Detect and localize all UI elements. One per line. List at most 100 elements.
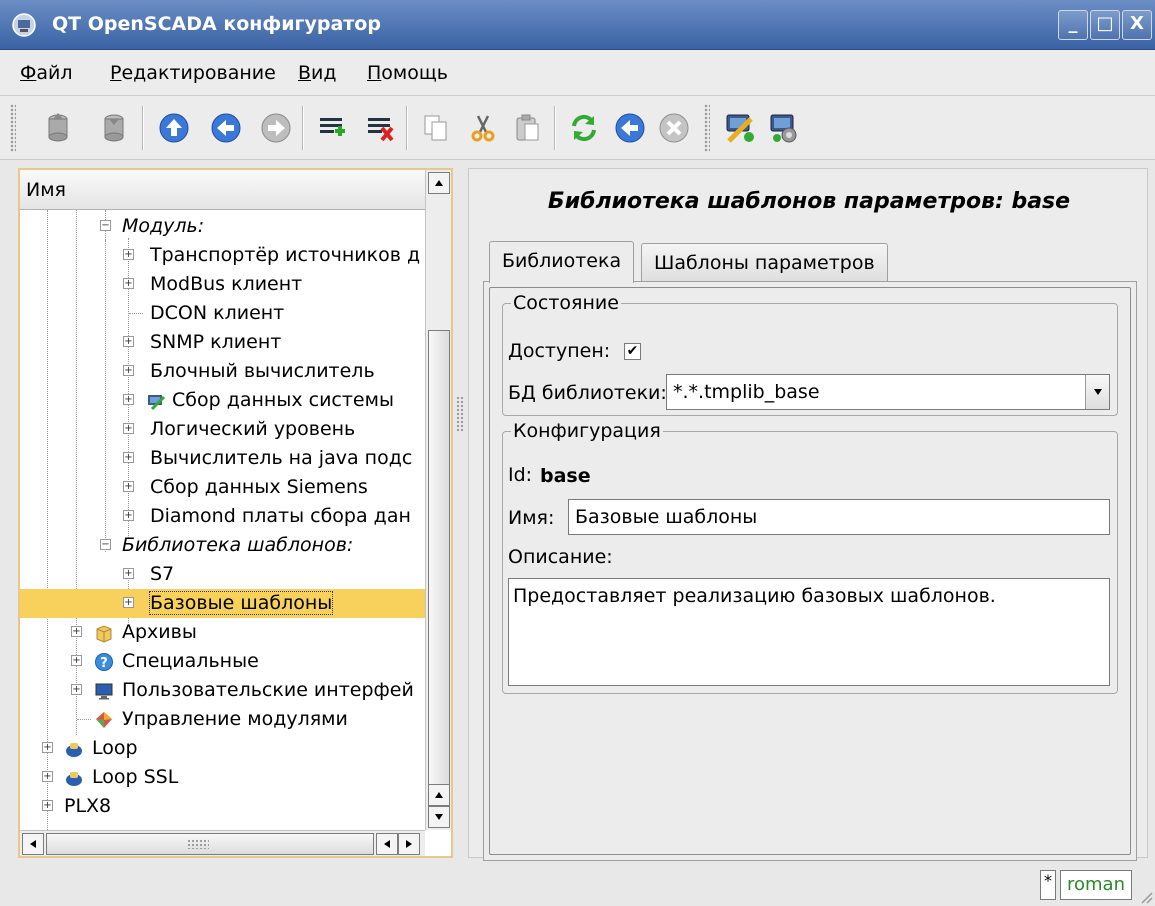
start-icon[interactable] xyxy=(612,110,648,146)
expand-icon[interactable]: + xyxy=(71,626,82,637)
tree-item-loop[interactable]: + Loop xyxy=(20,734,425,763)
expand-icon[interactable]: + xyxy=(123,510,134,521)
tree-item-dcon[interactable]: DCON клиент xyxy=(20,299,425,328)
navigation-tree: − Модуль: + Транспортёр источников д + M… xyxy=(20,210,425,830)
tree-vertical-scrollbar[interactable] xyxy=(425,170,451,830)
expand-icon[interactable]: + xyxy=(123,568,134,579)
tree-item-loop-ssl[interactable]: + Loop SSL xyxy=(20,763,425,792)
state-group-legend: Состояние xyxy=(513,292,619,314)
toolbar-grip[interactable] xyxy=(704,104,710,152)
tree-item-siemens[interactable]: + Сбор данных Siemens xyxy=(20,473,425,502)
toolbar-grip[interactable] xyxy=(10,104,16,152)
minimize-button[interactable]: _ xyxy=(1058,10,1088,40)
scroll-right-icon[interactable] xyxy=(398,833,420,855)
db-load-icon[interactable] xyxy=(40,110,76,146)
user-indicator[interactable]: roman xyxy=(1060,870,1132,900)
description-label: Описание: xyxy=(508,546,613,568)
paste-icon[interactable] xyxy=(510,110,546,146)
tree-item-java-calc[interactable]: + Вычислитель на java подс xyxy=(20,444,425,473)
expand-icon[interactable]: + xyxy=(42,800,53,811)
scroll-left-icon[interactable] xyxy=(22,833,44,855)
menu-view[interactable]: Вид xyxy=(298,62,337,84)
expand-icon[interactable]: + xyxy=(71,655,82,666)
description-field[interactable]: Предоставляет реализацию базовых шаблоно… xyxy=(508,578,1110,686)
chevron-down-icon[interactable] xyxy=(1085,375,1109,409)
expand-icon[interactable]: + xyxy=(71,684,82,695)
expand-icon[interactable]: + xyxy=(123,249,134,260)
station-config-icon[interactable] xyxy=(722,110,758,146)
toolbar-separator xyxy=(142,106,144,150)
tree-item-module-control[interactable]: Управление модулями xyxy=(20,705,425,734)
menu-file[interactable]: Файл xyxy=(20,62,73,84)
expand-icon[interactable]: + xyxy=(123,597,134,608)
scrollbar-thumb[interactable] xyxy=(428,330,450,785)
modified-indicator[interactable]: * xyxy=(1040,870,1056,900)
db-select-value: *.*.tmplib_base xyxy=(673,381,820,403)
tree-item-logic-level[interactable]: + Логический уровень xyxy=(20,415,425,444)
delete-item-icon[interactable] xyxy=(362,110,398,146)
expand-icon[interactable]: + xyxy=(123,423,134,434)
tree-guide-line xyxy=(129,313,143,314)
maximize-button[interactable]: □ xyxy=(1090,10,1120,40)
scroll-left-icon[interactable] xyxy=(376,833,398,855)
tree-column-header[interactable]: Имя xyxy=(20,170,425,210)
scroll-up-icon[interactable] xyxy=(428,172,450,194)
cut-icon[interactable] xyxy=(464,110,500,146)
menu-edit[interactable]: Редактирование xyxy=(110,62,276,84)
expand-icon[interactable]: + xyxy=(123,452,134,463)
tree-item-transport[interactable]: + Транспортёр источников д xyxy=(20,241,425,270)
tree-item-system-daq[interactable]: + Сбор данных системы xyxy=(20,386,425,415)
refresh-icon[interactable] xyxy=(566,110,602,146)
menu-help[interactable]: Помощь xyxy=(367,62,448,84)
tree-horizontal-scrollbar[interactable] xyxy=(20,830,425,856)
expand-icon[interactable]: + xyxy=(123,365,134,376)
tree-item-template-library[interactable]: − Библиотека шаблонов: xyxy=(20,531,425,560)
db-select[interactable]: *.*.tmplib_base xyxy=(666,374,1110,410)
forward-icon[interactable] xyxy=(258,110,294,146)
expand-icon[interactable]: + xyxy=(123,394,134,405)
help-question-icon: ? xyxy=(95,653,113,671)
add-item-icon[interactable] xyxy=(314,110,350,146)
tree-item-s7[interactable]: + S7 xyxy=(20,560,425,589)
tree-item-user-interfaces[interactable]: + Пользовательские интерфей xyxy=(20,676,425,705)
expand-icon[interactable]: + xyxy=(42,771,53,782)
back-icon[interactable] xyxy=(208,110,244,146)
collapse-icon[interactable]: − xyxy=(100,220,111,231)
tree-item-diamond[interactable]: + Diamond платы сбора дан xyxy=(20,502,425,531)
collapse-icon[interactable]: − xyxy=(100,539,111,550)
tree-item-module[interactable]: − Модуль: xyxy=(20,212,425,241)
window-titlebar[interactable]: QT OpenSCADA конфигуратор _ □ X xyxy=(0,0,1155,50)
station-tools-icon[interactable] xyxy=(766,110,802,146)
scroll-down-icon[interactable] xyxy=(428,806,450,828)
name-field[interactable]: Базовые шаблоны xyxy=(568,499,1110,535)
tab-parameter-templates[interactable]: Шаблоны параметров xyxy=(641,243,888,283)
tab-library[interactable]: Библиотека xyxy=(489,241,635,283)
tree-item-plx8[interactable]: + PLX8 xyxy=(20,792,425,821)
toolbar-separator xyxy=(406,106,408,150)
tree-item-special[interactable]: + ? Специальные xyxy=(20,647,425,676)
scroll-up-icon[interactable] xyxy=(428,784,450,806)
close-button[interactable]: X xyxy=(1122,10,1152,40)
expand-icon[interactable]: + xyxy=(42,742,53,753)
expand-icon[interactable]: + xyxy=(123,278,134,289)
pane-splitter[interactable] xyxy=(454,168,466,858)
enabled-checkbox[interactable]: ✔ xyxy=(624,343,641,360)
tree-item-snmp[interactable]: + SNMP клиент xyxy=(20,328,425,357)
tree-item-base-templates[interactable]: + Базовые шаблоны xyxy=(20,589,425,618)
tree-item-block-calc[interactable]: + Блочный вычислитель xyxy=(20,357,425,386)
expand-icon[interactable]: + xyxy=(123,336,134,347)
resize-grip-icon[interactable] xyxy=(1137,888,1153,904)
status-bar: * roman xyxy=(0,862,1155,906)
tree-item-modbus[interactable]: + ModBus клиент xyxy=(20,270,425,299)
monitor-icon xyxy=(95,683,113,700)
tree-item-archives[interactable]: + Архивы xyxy=(20,618,425,647)
stop-icon[interactable] xyxy=(656,110,692,146)
copy-icon[interactable] xyxy=(418,110,454,146)
details-pane: Библиотека шаблонов параметров: base Биб… xyxy=(468,168,1148,861)
db-save-icon[interactable] xyxy=(96,110,132,146)
scrollbar-thumb[interactable] xyxy=(46,833,374,855)
up-icon[interactable] xyxy=(156,110,192,146)
expand-icon[interactable]: + xyxy=(123,481,134,492)
svg-text:?: ? xyxy=(100,656,108,671)
tree-guide-line xyxy=(77,719,91,720)
